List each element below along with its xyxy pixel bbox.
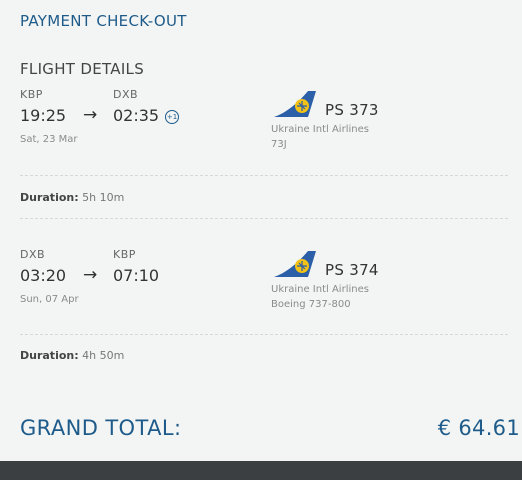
bottom-bar [0,461,522,480]
aircraft-type: 73J [271,139,287,150]
flight-details-card: FLIGHT DETAILS KBP DXB 19:25 → 02:35 +1 … [0,42,522,392]
ukraine-airlines-logo-icon [274,251,316,277]
airline-name: Ukraine Intl Airlines [271,124,369,135]
flight-details-title: FLIGHT DETAILS [20,60,145,78]
divider [20,175,508,176]
duration-value: 4h 50m [82,349,125,362]
flight-date: Sun, 07 Apr [20,294,79,305]
flight-date: Sat, 23 Mar [20,134,78,145]
flight-number: PS 374 [325,261,379,279]
duration-label: Duration: [20,349,79,362]
duration-value: 5h 10m [82,191,125,204]
grand-total-value: € 64.61 [437,416,520,440]
departure-airport-code: KBP [20,88,43,101]
flight-duration: Duration: 4h 50m [20,349,124,362]
duration-label: Duration: [20,191,79,204]
divider [20,334,508,335]
departure-time: 03:20 [20,266,67,285]
divider [20,218,508,219]
departure-time: 19:25 [20,106,67,125]
page-title: PAYMENT CHECK-OUT [20,12,187,30]
arrival-time: 07:10 [113,266,160,285]
grand-total-row: GRAND TOTAL: € 64.61 [0,396,522,458]
arrow-right-icon: → [83,265,98,285]
arrival-airport-code: KBP [113,248,136,261]
flight-number: PS 373 [325,101,379,119]
departure-airport-code: DXB [20,248,46,261]
aircraft-type: Boeing 737-800 [271,299,351,310]
ukraine-airlines-logo-icon [274,91,316,117]
arrival-airport-code: DXB [113,88,139,101]
grand-total-label: GRAND TOTAL: [20,416,182,440]
flight-duration: Duration: 5h 10m [20,191,124,204]
arrival-time: 02:35 [113,106,160,125]
next-day-badge: +1 [165,110,179,124]
arrow-right-icon: → [83,105,98,125]
airline-name: Ukraine Intl Airlines [271,284,369,295]
